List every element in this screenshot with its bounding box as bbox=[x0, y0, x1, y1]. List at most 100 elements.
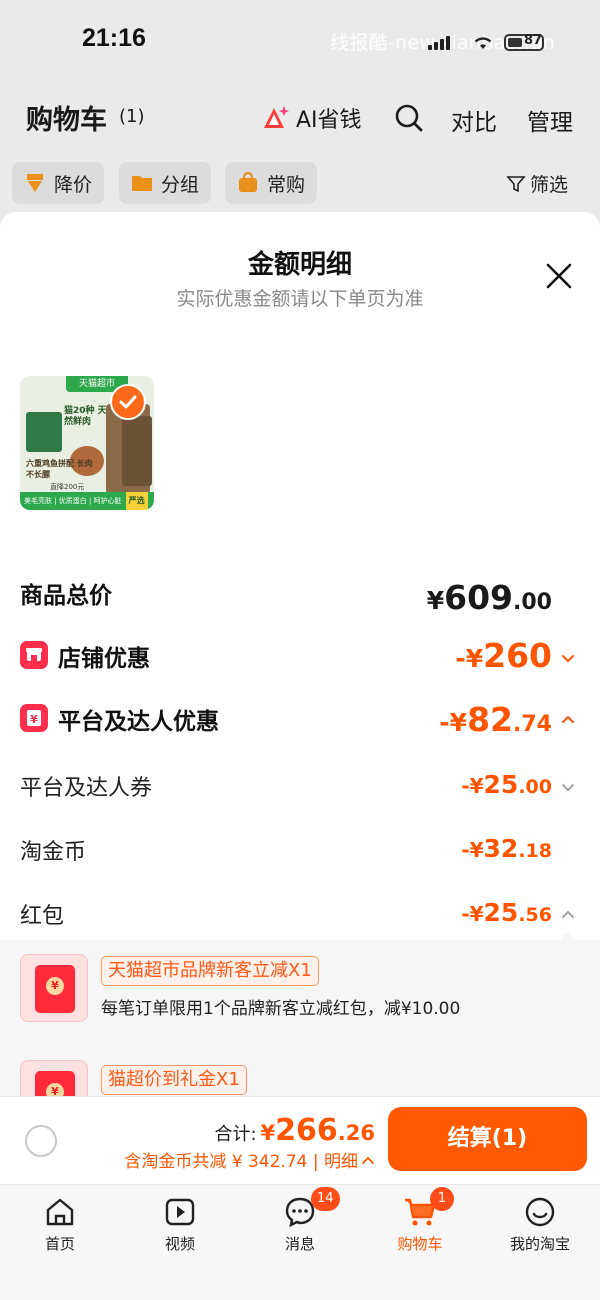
product-thumbnail[interactable]: 天猫超市 猫20种 天然鲜肉 六重鸡鱼拼配 长肉不长膘 直降200元 美毛亮肤 … bbox=[20, 376, 154, 510]
red-packet-list: ¥ 天猫超市品牌新客立减X1 每笔订单限用1个品牌新客立减红包，减¥10.00 … bbox=[0, 940, 600, 1128]
ai-save-label: AI省钱 bbox=[296, 108, 362, 133]
sheet-title: 金额明细 bbox=[247, 250, 352, 280]
amount-int: 25 bbox=[483, 898, 519, 927]
filter-chip-label: 分组 bbox=[161, 173, 200, 196]
amount-int: 25 bbox=[483, 770, 519, 799]
platform-discount-icon: ¥ bbox=[20, 704, 48, 732]
amount-symbol: -¥ bbox=[461, 838, 484, 862]
filter-label: 筛选 bbox=[530, 174, 569, 196]
taojinbi-amount: -¥32.18 bbox=[461, 834, 552, 863]
total-line: 合计: ¥266.26 bbox=[214, 1113, 375, 1148]
tab-label: 首页 bbox=[44, 1235, 75, 1253]
saving-detail-link[interactable]: 含淘金币共减 ¥ 342.74 | 明细 bbox=[124, 1147, 375, 1172]
tab-label: 我的淘宝 bbox=[509, 1235, 570, 1253]
total-label: 合计: bbox=[214, 1124, 257, 1145]
folder-icon bbox=[132, 176, 152, 191]
close-icon[interactable] bbox=[543, 260, 575, 292]
amount-dec: .56 bbox=[518, 904, 552, 926]
thumb-product-box bbox=[26, 412, 62, 452]
platform-coupon-label: 平台及达人券 bbox=[20, 776, 153, 801]
ai-sparkle-icon bbox=[264, 106, 289, 128]
store-discount-amount[interactable]: -¥260 bbox=[455, 636, 552, 675]
amount-dec: .26 bbox=[337, 1121, 375, 1145]
selected-check-icon bbox=[110, 384, 146, 420]
amount-dec: .74 bbox=[513, 712, 552, 737]
red-packet-label: 红包 bbox=[20, 904, 65, 929]
price-drop-icon bbox=[27, 174, 43, 192]
red-packet-amount[interactable]: -¥25.56 bbox=[461, 898, 552, 927]
red-packet-icon: ¥ bbox=[20, 954, 88, 1022]
red-packet-tag: 天猫超市品牌新客立减X1 bbox=[101, 956, 319, 986]
thumb-strip-text: 美毛亮肤 | 优质蛋白 | 呵护心脏 bbox=[24, 497, 122, 505]
total-price-label: 商品总价 bbox=[20, 583, 112, 609]
compare-button[interactable]: 对比 bbox=[451, 103, 497, 137]
select-all-checkbox[interactable] bbox=[25, 1125, 57, 1157]
amount-dec: .00 bbox=[518, 776, 552, 798]
red-packet-tag: 猫超价到礼金X1 bbox=[101, 1065, 247, 1095]
home-icon bbox=[46, 1198, 74, 1226]
battery-icon: 87 bbox=[504, 33, 544, 51]
taojinbi-label: 淘金币 bbox=[20, 840, 87, 865]
filter-button[interactable]: 筛选 bbox=[506, 170, 568, 197]
total-price-amount: ¥609.00 bbox=[427, 578, 552, 617]
amount-dec: .00 bbox=[513, 590, 552, 615]
platform-discount-amount[interactable]: -¥82.74 bbox=[439, 700, 552, 739]
funnel-icon bbox=[506, 175, 526, 192]
sheet-subtitle: 实际优惠金额请以下单页为准 bbox=[176, 288, 424, 310]
thumb-strip-badge: 严选 bbox=[125, 492, 148, 510]
amount-symbol: -¥ bbox=[461, 774, 484, 798]
amount-symbol: -¥ bbox=[461, 902, 484, 926]
tab-messages[interactable]: 14 消息 bbox=[240, 1187, 360, 1255]
bag-icon bbox=[239, 172, 257, 192]
amount-int: 260 bbox=[483, 636, 552, 675]
cart-title: 购物车 bbox=[26, 105, 107, 136]
amount-symbol: ¥ bbox=[426, 586, 445, 615]
amount-int: 82 bbox=[467, 700, 514, 739]
filter-chip-label: 常购 bbox=[267, 173, 306, 196]
wifi-icon bbox=[474, 37, 492, 49]
tab-label: 购物车 bbox=[397, 1235, 443, 1253]
thumb-feature-strip: 美毛亮肤 | 优质蛋白 | 呵护心脏 严选 bbox=[20, 492, 154, 510]
saving-text: 含淘金币共减 ¥ 342.74 | 明细 bbox=[124, 1152, 358, 1172]
tab-bar: 首页 视频 14 消息 1 购物车 我的淘宝 bbox=[0, 1184, 600, 1300]
chevron-up-icon[interactable] bbox=[560, 711, 576, 727]
thumb-food-bag-front bbox=[122, 416, 152, 486]
status-time: 21:16 bbox=[82, 24, 146, 52]
checkout-button[interactable]: 结算(1) bbox=[388, 1107, 587, 1171]
filter-chip-price-drop[interactable]: 降价 bbox=[12, 162, 105, 204]
manage-button[interactable]: 管理 bbox=[527, 103, 573, 137]
tab-my-taobao[interactable]: 我的淘宝 bbox=[480, 1195, 600, 1255]
amount-symbol: -¥ bbox=[439, 708, 468, 737]
tab-home[interactable]: 首页 bbox=[0, 1195, 120, 1255]
chevron-up-icon[interactable] bbox=[560, 906, 576, 922]
red-packet-desc: 每笔订单限用1个品牌新客立减红包，减¥10.00 bbox=[101, 999, 461, 1019]
tab-video[interactable]: 视频 bbox=[120, 1195, 240, 1255]
total-amount: ¥266.26 bbox=[261, 1113, 375, 1148]
amount-symbol: ¥ bbox=[260, 1121, 276, 1145]
chevron-down-icon[interactable] bbox=[560, 650, 576, 666]
background-page: 21:16 线报酷-new.xianbao.fun 87 购物车 (1) AI省… bbox=[0, 0, 600, 232]
amount-int: 609 bbox=[444, 578, 514, 617]
store-discount-icon bbox=[20, 641, 48, 669]
cart-count: (1) bbox=[119, 106, 145, 127]
chevron-down-icon[interactable] bbox=[560, 779, 576, 795]
filter-chip-label: 降价 bbox=[54, 173, 93, 196]
svg-text:¥: ¥ bbox=[30, 713, 38, 726]
platform-discount-label[interactable]: 平台及达人优惠 bbox=[58, 702, 219, 736]
ai-save-button[interactable]: AI省钱 bbox=[262, 100, 362, 136]
filter-chip-frequent[interactable]: 常购 bbox=[225, 162, 318, 204]
status-bar: 21:16 线报酷-new.xianbao.fun 87 bbox=[0, 0, 600, 80]
tab-label: 消息 bbox=[284, 1235, 315, 1253]
thumb-tagline: 六重鸡鱼拼配 长肉不长膘 bbox=[26, 459, 93, 479]
amount-int: 266 bbox=[275, 1113, 338, 1148]
message-badge: 14 bbox=[311, 1187, 340, 1211]
thumb-headline: 猫20种 天然鲜肉 bbox=[64, 406, 107, 427]
filter-chip-group[interactable]: 分组 bbox=[119, 162, 212, 204]
tab-cart[interactable]: 1 购物车 bbox=[360, 1187, 480, 1255]
store-discount-label[interactable]: 店铺优惠 bbox=[58, 639, 150, 673]
amount-symbol: -¥ bbox=[455, 644, 484, 673]
video-icon bbox=[165, 1198, 195, 1226]
search-icon[interactable] bbox=[394, 103, 424, 133]
platform-coupon-amount[interactable]: -¥25.00 bbox=[461, 770, 552, 799]
profile-icon bbox=[525, 1197, 555, 1227]
